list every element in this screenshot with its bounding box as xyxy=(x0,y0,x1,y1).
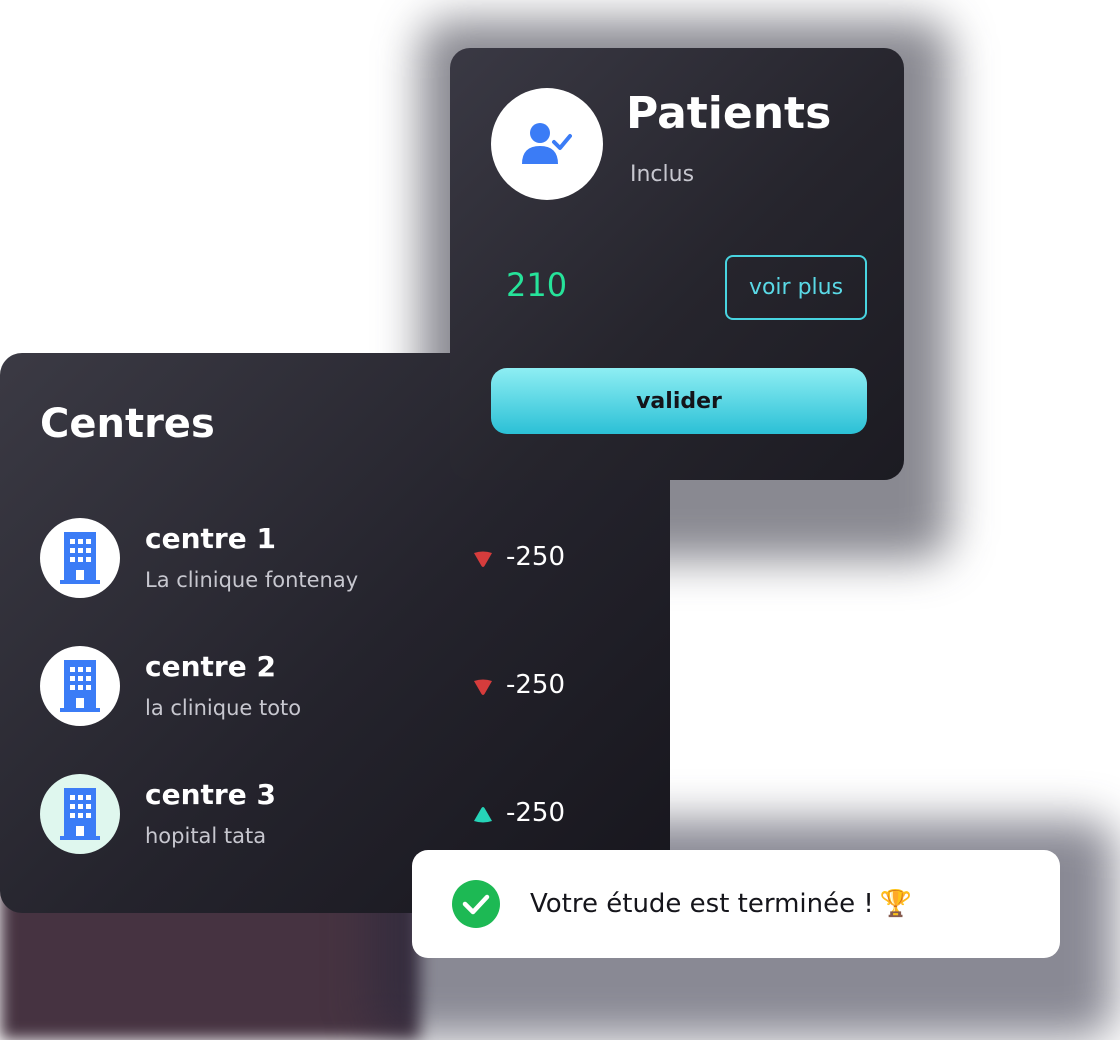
check-circle-icon xyxy=(452,880,500,928)
trend-up-icon xyxy=(474,807,492,823)
centre-value: -250 xyxy=(506,798,566,828)
building-icon xyxy=(60,532,100,584)
centre-name: centre 2 xyxy=(145,650,276,683)
trophy-icon: 🏆 xyxy=(879,889,913,919)
building-icon xyxy=(60,788,100,840)
centre-subtitle: hopital tata xyxy=(145,824,267,848)
centre-row-3[interactable]: centre 3 hopital tata -250 xyxy=(40,774,600,854)
centre-2-avatar xyxy=(40,646,120,726)
valider-button[interactable]: valider xyxy=(491,368,867,434)
centre-row-2[interactable]: centre 2 la clinique toto -250 xyxy=(40,646,600,726)
user-check-icon xyxy=(522,123,572,164)
centre-subtitle: La clinique fontenay xyxy=(145,568,359,592)
centre-3-avatar xyxy=(40,774,120,854)
toast-message: Votre étude est terminée ! 🏆 xyxy=(530,889,912,919)
centre-value: -250 xyxy=(506,670,566,700)
centre-name: centre 3 xyxy=(145,778,276,811)
voir-plus-button[interactable]: voir plus xyxy=(725,255,867,320)
patients-avatar xyxy=(491,88,603,200)
patients-subtitle: Inclus xyxy=(630,162,695,187)
patients-count: 210 xyxy=(506,266,568,304)
centre-subtitle: la clinique toto xyxy=(145,696,302,720)
trend-down-icon xyxy=(474,679,492,695)
centre-row-1[interactable]: centre 1 La clinique fontenay -250 xyxy=(40,518,600,598)
centre-value: -250 xyxy=(506,542,566,572)
centre-name: centre 1 xyxy=(145,522,276,555)
patients-title: Patients xyxy=(626,88,832,139)
toast-message-text: Votre étude est terminée ! xyxy=(530,889,874,919)
building-icon xyxy=(60,660,100,712)
centres-title: Centres xyxy=(40,401,215,447)
centre-1-avatar xyxy=(40,518,120,598)
success-toast: Votre étude est terminée ! 🏆 xyxy=(412,850,1060,958)
patients-card: Patients Inclus 210 voir plus valider xyxy=(450,48,904,480)
trend-down-icon xyxy=(474,551,492,567)
